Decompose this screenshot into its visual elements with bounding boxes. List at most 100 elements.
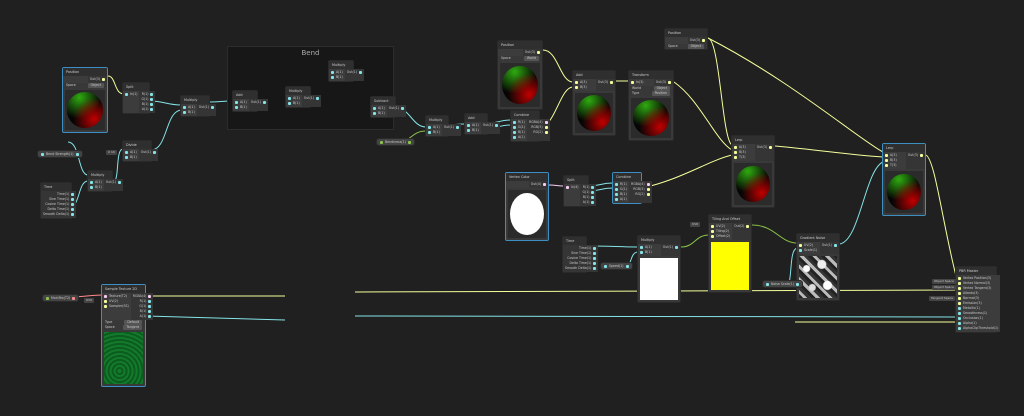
node-control[interactable]: Space Tangent — [102, 325, 145, 330]
input-port[interactable]: A(1) — [511, 135, 527, 140]
port-icon[interactable] — [575, 86, 578, 89]
input-port[interactable]: B(1) — [371, 111, 387, 116]
input-port[interactable]: B(1) — [329, 75, 345, 80]
port-icon[interactable] — [885, 164, 888, 167]
output-port[interactable]: Out(1) — [302, 96, 321, 101]
port-icon[interactable] — [183, 106, 186, 109]
output-port[interactable]: Out(2) — [732, 224, 751, 229]
port-icon[interactable] — [543, 183, 546, 186]
port-icon[interactable] — [885, 154, 888, 157]
node-split[interactable]: Split In(1) R(1) G(1) B(1) A(1) — [122, 82, 156, 114]
port-icon[interactable] — [148, 305, 152, 308]
port-icon[interactable] — [711, 230, 714, 233]
output-port[interactable]: Out(3) — [596, 80, 615, 85]
port-icon[interactable] — [958, 277, 961, 280]
input-port[interactable]: T(3) — [732, 155, 755, 160]
node-multiply[interactable]: Multiply A(1) B(1) Out(1) — [285, 86, 321, 108]
input-port[interactable]: B(1) — [233, 105, 249, 110]
port-icon[interactable] — [125, 151, 128, 154]
output-port[interactable]: Out(1) — [104, 180, 123, 185]
node-divide[interactable]: Divide A(1) B(1) Out(1) — [122, 140, 158, 162]
port-icon[interactable] — [373, 112, 376, 115]
port-icon[interactable] — [631, 81, 634, 84]
port-icon[interactable] — [593, 257, 597, 260]
output-port[interactable]: Out(3) — [688, 38, 707, 43]
port-icon[interactable] — [71, 208, 75, 211]
node-add[interactable]: Add A(1) B(1) Out(1) — [232, 90, 268, 112]
port-icon[interactable] — [799, 244, 802, 247]
input-port[interactable]: B(1) — [123, 155, 139, 160]
port-icon[interactable] — [591, 186, 595, 189]
port-icon[interactable] — [566, 186, 569, 189]
node-combine[interactable]: Combine R(1) G(1) B(1) A(1) RGBA(4) RGB(3) RG(2… — [510, 110, 550, 142]
node-position[interactable]: Position Out(3) Space Object — [62, 67, 108, 133]
node-title[interactable]: Gradient Noise — [797, 234, 839, 242]
input-port[interactable]: AlphaClipThreshold(1) — [956, 326, 1000, 331]
port-icon[interactable] — [183, 111, 186, 114]
port-icon[interactable] — [513, 131, 516, 134]
port-icon[interactable] — [125, 156, 128, 159]
port-icon[interactable] — [428, 126, 431, 129]
pbr-tangent-space-inlet[interactable]: Object Space — [932, 285, 956, 290]
port-icon[interactable] — [90, 181, 93, 184]
input-port[interactable]: B(1) — [286, 101, 302, 106]
node-add[interactable]: Add A(1) B(1) Out(1) — [464, 113, 500, 135]
output-port[interactable]: Out(1) — [249, 100, 268, 105]
input-port[interactable]: In(3) — [629, 80, 654, 85]
input-port[interactable]: In(1) — [123, 92, 139, 97]
output-port[interactable]: A(1) — [581, 200, 597, 205]
output-port[interactable]: Out(3) — [88, 77, 107, 82]
node-title[interactable]: Position — [498, 41, 542, 49]
port-icon[interactable] — [958, 287, 961, 290]
port-icon[interactable] — [711, 235, 714, 238]
port-icon[interactable] — [799, 249, 802, 252]
node-title[interactable]: Add — [465, 114, 487, 122]
input-port[interactable]: Sampler(SS) — [102, 304, 131, 309]
node-title[interactable]: Subtract — [371, 97, 395, 105]
port-icon[interactable] — [104, 295, 107, 298]
port-icon[interactable] — [702, 39, 705, 42]
port-icon[interactable] — [958, 327, 961, 330]
port-icon[interactable] — [593, 247, 597, 250]
port-icon[interactable] — [148, 300, 152, 303]
port-icon[interactable] — [148, 295, 152, 298]
port-icon[interactable] — [401, 107, 404, 110]
port-icon[interactable] — [958, 302, 961, 305]
port-icon[interactable] — [958, 292, 961, 295]
port-icon[interactable] — [150, 103, 154, 106]
output-port[interactable]: RG(2) — [531, 130, 549, 135]
port-icon[interactable] — [615, 193, 618, 196]
port-icon[interactable] — [885, 159, 888, 162]
node-title[interactable]: Add — [573, 71, 615, 79]
port-icon[interactable] — [288, 102, 291, 105]
output-port[interactable]: RG(2) — [633, 192, 651, 197]
port-icon[interactable] — [646, 183, 650, 186]
port-icon[interactable] — [834, 244, 837, 247]
input-port[interactable]: B(1) — [638, 250, 661, 255]
port-icon[interactable] — [513, 121, 516, 124]
output-port[interactable]: A(1) — [138, 314, 154, 319]
output-port[interactable]: Out(3) — [523, 50, 542, 55]
divide-b-inlet[interactable]: X 10 — [106, 150, 117, 155]
node-sample-texture-2d[interactable]: Sample Texture 2D Texture(T2) UV(2) Sampler… — [101, 284, 154, 387]
port-icon[interactable] — [513, 126, 516, 129]
property-noise-scale[interactable]: Noise Scale(1) — [762, 280, 803, 288]
port-icon[interactable] — [71, 198, 75, 201]
node-title[interactable]: Lerp — [732, 136, 774, 144]
port-icon[interactable] — [591, 191, 595, 194]
node-split[interactable]: Split In(4) R(1) G(1) B(1) A(1) — [563, 175, 597, 207]
port-icon[interactable] — [958, 307, 961, 310]
output-port[interactable]: Out(1) — [442, 125, 461, 130]
port-icon[interactable] — [646, 188, 650, 191]
port-icon[interactable] — [235, 106, 238, 109]
node-control[interactable]: Space Object — [63, 83, 107, 88]
node-lerp[interactable]: Lerp A(3) B(3) T(3) Out(3) — [882, 143, 926, 216]
output-port[interactable]: Out(1) — [345, 70, 364, 75]
node-title[interactable]: Add — [233, 91, 257, 99]
texture-uv-inlet[interactable]: UV0 — [84, 298, 95, 303]
node-title[interactable]: Position — [63, 68, 107, 76]
node-title[interactable]: Multiply — [88, 171, 112, 179]
input-port[interactable]: B(1) — [426, 130, 442, 135]
output-port[interactable]: Out(1) — [820, 243, 839, 248]
node-title[interactable]: Position — [665, 29, 707, 37]
